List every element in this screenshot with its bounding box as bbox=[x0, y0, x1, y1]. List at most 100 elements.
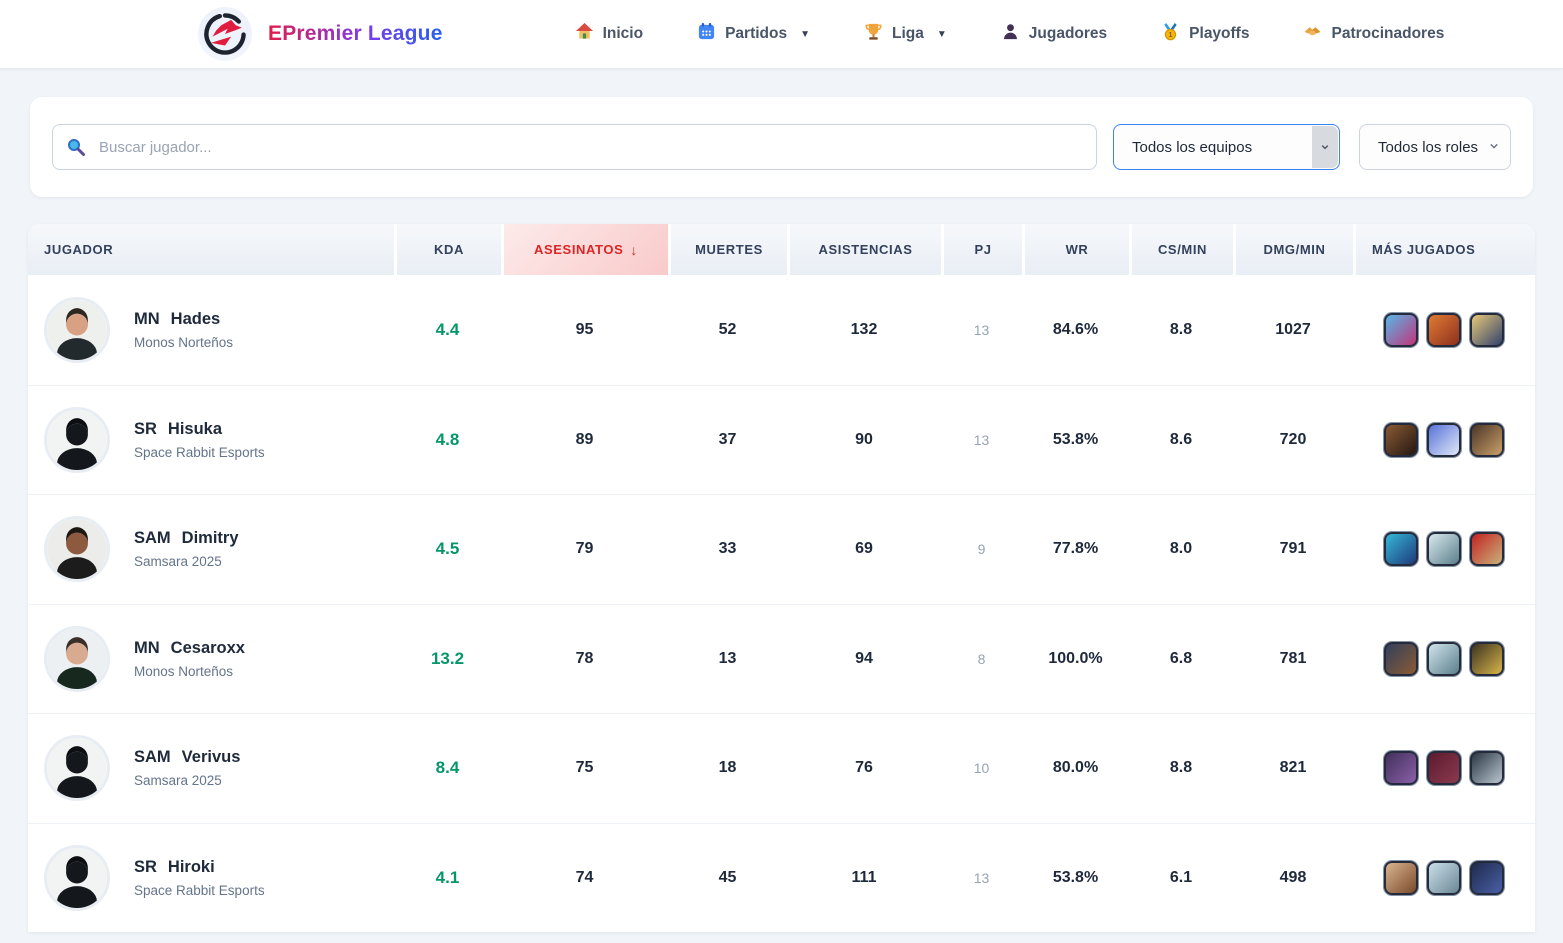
stat-cs-per-min: 8.0 bbox=[1129, 540, 1233, 558]
champion-icon bbox=[1384, 861, 1418, 895]
most-played-champions bbox=[1353, 642, 1535, 676]
champion-icon bbox=[1470, 532, 1504, 566]
brand-title: EPremier League bbox=[268, 22, 443, 46]
stat-dmg-per-min: 781 bbox=[1233, 650, 1353, 668]
player-cell: SAM Dimitry Samsara 2025 bbox=[28, 516, 394, 582]
column-header-wr[interactable]: WR bbox=[1022, 224, 1129, 275]
stat-assists: 94 bbox=[787, 650, 941, 668]
stat-deaths: 45 bbox=[668, 869, 787, 887]
column-header-asesinatos[interactable]: ASESINATOS ↓ bbox=[501, 224, 668, 275]
nav-item-playoffs[interactable]: 1 Playoffs bbox=[1161, 22, 1249, 46]
stat-cs-per-min: 6.8 bbox=[1129, 650, 1233, 668]
player-row[interactable]: SAM Verivus Samsara 2025 8.4 75 18 76 10… bbox=[28, 713, 1535, 823]
stat-winrate: 80.0% bbox=[1022, 759, 1129, 777]
search-icon bbox=[66, 137, 86, 162]
stat-cs-per-min: 8.8 bbox=[1129, 321, 1233, 339]
champion-icon bbox=[1427, 532, 1461, 566]
player-row[interactable]: SR Hiroki Space Rabbit Esports 4.1 74 45… bbox=[28, 823, 1535, 933]
stat-games-played: 8 bbox=[941, 651, 1022, 667]
nav-item-patrocinadores[interactable]: Patrocinadores bbox=[1303, 22, 1444, 46]
top-nav: EPremier League Inicio bbox=[0, 0, 1563, 69]
player-name: Cesaroxx bbox=[171, 639, 245, 658]
calendar-icon bbox=[697, 22, 716, 46]
team-filter-select[interactable]: Todos los equipos bbox=[1113, 124, 1340, 170]
nav-label: Partidos bbox=[725, 25, 787, 43]
champion-icon bbox=[1384, 313, 1418, 347]
player-row[interactable]: SR Hisuka Space Rabbit Esports 4.8 89 37… bbox=[28, 385, 1535, 495]
player-row[interactable]: SAM Dimitry Samsara 2025 4.5 79 33 69 9 … bbox=[28, 494, 1535, 604]
column-header-pj[interactable]: PJ bbox=[941, 224, 1022, 275]
player-avatar bbox=[44, 516, 110, 582]
nav-item-inicio[interactable]: Inicio bbox=[575, 22, 643, 46]
champion-icon bbox=[1384, 532, 1418, 566]
column-header-jugador[interactable]: JUGADOR bbox=[28, 224, 394, 275]
champion-icon bbox=[1384, 751, 1418, 785]
chevron-down-icon: ▼ bbox=[800, 29, 810, 40]
team-tag: SAM bbox=[134, 529, 171, 548]
search-input[interactable] bbox=[52, 124, 1097, 170]
player-name: Hades bbox=[171, 310, 221, 329]
player-row[interactable]: MN Hades Monos Norteños 4.4 95 52 132 13… bbox=[28, 275, 1535, 385]
stat-assists: 76 bbox=[787, 759, 941, 777]
team-name: Samsara 2025 bbox=[134, 554, 239, 569]
player-name: Hisuka bbox=[168, 420, 222, 439]
player-info: SAM Verivus Samsara 2025 bbox=[134, 748, 240, 788]
players-table: JUGADOR KDA ASESINATOS ↓ MUERTES ASISTEN… bbox=[28, 224, 1535, 932]
champion-icon bbox=[1427, 313, 1461, 347]
player-cell: MN Hades Monos Norteños bbox=[28, 297, 394, 363]
stat-kda: 4.1 bbox=[394, 868, 501, 888]
column-header-dmg-min[interactable]: DMG/MIN bbox=[1233, 224, 1353, 275]
stat-winrate: 84.6% bbox=[1022, 321, 1129, 339]
player-avatar bbox=[44, 407, 110, 473]
champion-icon bbox=[1384, 642, 1418, 676]
nav-label: Jugadores bbox=[1029, 25, 1107, 43]
team-tag: MN bbox=[134, 310, 160, 329]
stat-kills: 74 bbox=[501, 869, 668, 887]
svg-text:1: 1 bbox=[1169, 31, 1173, 39]
champion-icon bbox=[1470, 423, 1504, 457]
stat-winrate: 53.8% bbox=[1022, 431, 1129, 449]
role-filter-select[interactable]: Todos los roles bbox=[1359, 124, 1511, 170]
table-body: MN Hades Monos Norteños 4.4 95 52 132 13… bbox=[28, 275, 1535, 932]
team-name: Space Rabbit Esports bbox=[134, 445, 265, 460]
nav-label: Liga bbox=[892, 25, 924, 43]
brand[interactable]: EPremier League bbox=[198, 7, 443, 61]
player-row[interactable]: MN Cesaroxx Monos Norteños 13.2 78 13 94… bbox=[28, 604, 1535, 714]
player-name: Verivus bbox=[182, 748, 241, 767]
team-name: Space Rabbit Esports bbox=[134, 883, 265, 898]
champion-icon bbox=[1470, 642, 1504, 676]
player-info: MN Hades Monos Norteños bbox=[134, 310, 233, 350]
team-filter-value: Todos los equipos bbox=[1132, 139, 1252, 156]
stat-assists: 69 bbox=[787, 540, 941, 558]
nav-item-liga[interactable]: Liga ▼ bbox=[864, 22, 947, 46]
stat-assists: 132 bbox=[787, 321, 941, 339]
nav-label: Inicio bbox=[603, 25, 643, 43]
stat-kda: 4.8 bbox=[394, 430, 501, 450]
sort-desc-icon: ↓ bbox=[630, 242, 638, 258]
handshake-icon bbox=[1303, 22, 1322, 46]
stat-deaths: 37 bbox=[668, 431, 787, 449]
person-icon bbox=[1001, 22, 1020, 46]
column-header-asistencias[interactable]: ASISTENCIAS bbox=[787, 224, 941, 275]
nav-item-jugadores[interactable]: Jugadores bbox=[1001, 22, 1107, 46]
stat-kills: 79 bbox=[501, 540, 668, 558]
stat-kda: 13.2 bbox=[394, 649, 501, 669]
stat-dmg-per-min: 720 bbox=[1233, 431, 1353, 449]
champion-icon bbox=[1427, 751, 1461, 785]
column-header-kda[interactable]: KDA bbox=[394, 224, 501, 275]
champion-icon bbox=[1427, 423, 1461, 457]
stat-kda: 8.4 bbox=[394, 758, 501, 778]
player-info: SR Hisuka Space Rabbit Esports bbox=[134, 420, 265, 460]
column-header-mas-jugados[interactable]: MÁS JUGADOS bbox=[1353, 224, 1535, 275]
most-played-champions bbox=[1353, 532, 1535, 566]
most-played-champions bbox=[1353, 423, 1535, 457]
team-tag: SR bbox=[134, 858, 157, 877]
stat-kills: 89 bbox=[501, 431, 668, 449]
column-header-muertes[interactable]: MUERTES bbox=[668, 224, 787, 275]
stat-deaths: 33 bbox=[668, 540, 787, 558]
nav-item-partidos[interactable]: Partidos ▼ bbox=[697, 22, 810, 46]
stat-games-played: 13 bbox=[941, 322, 1022, 338]
stat-deaths: 18 bbox=[668, 759, 787, 777]
stat-winrate: 77.8% bbox=[1022, 540, 1129, 558]
column-header-cs-min[interactable]: CS/MIN bbox=[1129, 224, 1233, 275]
